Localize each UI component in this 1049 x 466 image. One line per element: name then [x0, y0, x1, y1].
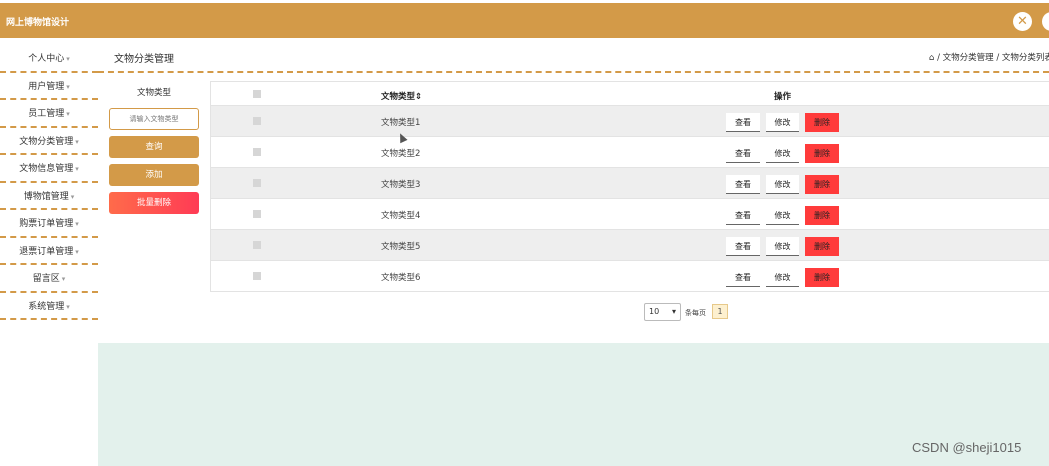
sidebar-item-museum[interactable]: 博物馆管理 ▾: [0, 183, 98, 210]
chevron-down-icon: ▾: [70, 192, 75, 201]
view-button[interactable]: 查看: [726, 237, 760, 256]
chevron-down-icon: ▾: [75, 247, 79, 256]
chevron-down-icon: ▾: [61, 275, 66, 283]
filter-label: 文物类型: [136, 88, 171, 98]
sidebar: 个人中心 ▾ 用户管理 ▾ 员工管理 ▾ 文物分类管理 ▾ 文物信息管理 ▾ 博物馆管理 ▾…: [0, 45, 98, 320]
row-checkbox[interactable]: [253, 117, 261, 125]
header-divider: [98, 71, 1049, 73]
table-row: 文物类型1 查看 修改 删除: [211, 106, 1049, 137]
sidebar-item-personal[interactable]: 个人中心 ▾: [0, 45, 98, 73]
content-footer-panel: [98, 343, 1049, 466]
cell-relic-type: 文物类型4: [381, 211, 421, 221]
page-title: 文物分类管理: [114, 54, 174, 65]
delete-button[interactable]: 删除: [805, 206, 839, 225]
sidebar-item-refund-orders[interactable]: 退票订单管理 ▾: [0, 238, 98, 265]
table-row: 文物类型5 查看 修改 删除: [211, 230, 1049, 261]
view-button[interactable]: 查看: [726, 206, 760, 225]
column-header-ops: 操作: [774, 92, 792, 102]
edit-button[interactable]: 修改: [766, 268, 799, 287]
sidebar-item-messages[interactable]: 留言区 ▾: [0, 265, 98, 293]
top-bar: 网上博物馆设计 ✕: [0, 3, 1049, 38]
app-title: 网上博物馆设计: [6, 18, 70, 28]
query-button[interactable]: 查询: [109, 136, 199, 158]
delete-button[interactable]: 删除: [805, 237, 839, 256]
delete-button[interactable]: 删除: [805, 144, 839, 163]
delete-button[interactable]: 删除: [805, 113, 839, 132]
sidebar-item-system[interactable]: 系统管理 ▾: [0, 293, 98, 320]
view-button[interactable]: 查看: [726, 175, 760, 194]
cell-relic-type: 文物类型1: [381, 118, 421, 128]
cell-relic-type: 文物类型2: [381, 149, 421, 159]
chevron-down-icon: ▾: [75, 137, 79, 146]
cell-relic-type: 文物类型5: [381, 242, 421, 252]
relic-category-table: 文物类型⇕ 操作 文物类型1 查看 修改 删除 文物类型2 查看 修改 删除 文…: [210, 81, 1049, 292]
page-button-current[interactable]: 1: [712, 304, 728, 319]
column-header-type[interactable]: 文物类型⇕: [381, 90, 422, 102]
edit-button[interactable]: 修改: [766, 206, 799, 225]
view-button[interactable]: 查看: [726, 268, 760, 287]
table-row: 文物类型3 查看 修改 删除: [211, 168, 1049, 199]
sidebar-item-staff[interactable]: 员工管理 ▾: [0, 100, 98, 128]
row-checkbox[interactable]: [253, 179, 261, 187]
delete-button[interactable]: 删除: [805, 268, 839, 287]
sidebar-item-relic-info[interactable]: 文物信息管理 ▾: [0, 155, 98, 183]
table-header: 文物类型⇕ 操作: [211, 82, 1049, 106]
chevron-down-icon: ▾: [66, 110, 70, 118]
chevron-down-icon: ▾: [66, 82, 70, 91]
view-button[interactable]: 查看: [726, 113, 760, 132]
edit-button[interactable]: 修改: [766, 144, 799, 163]
row-checkbox[interactable]: [253, 210, 261, 218]
row-checkbox[interactable]: [253, 272, 261, 280]
row-checkbox[interactable]: [253, 148, 261, 156]
sidebar-item-relic-category[interactable]: 文物分类管理 ▾: [0, 128, 98, 155]
chevron-down-icon: ▾: [75, 220, 79, 228]
chevron-down-icon: ▾: [66, 302, 70, 311]
delete-button[interactable]: 删除: [805, 175, 839, 194]
select-all-checkbox[interactable]: [253, 90, 261, 98]
per-page-label: 条每页: [685, 309, 706, 317]
watermark: CSDN @sheji1015: [912, 440, 1022, 455]
chevron-down-icon: ▾: [671, 307, 676, 316]
sort-icon[interactable]: ⇕: [415, 92, 422, 102]
row-checkbox[interactable]: [253, 241, 261, 249]
chevron-down-icon: ▾: [75, 165, 79, 173]
relic-type-search-input[interactable]: [109, 108, 199, 130]
edit-button[interactable]: 修改: [766, 237, 799, 256]
page-size-select[interactable]: 10 ▾: [644, 303, 681, 321]
add-button[interactable]: 添加: [109, 164, 199, 186]
table-row: 文物类型4 查看 修改 删除: [211, 199, 1049, 230]
table-row: 文物类型6 查看 修改 删除: [211, 261, 1049, 292]
breadcrumb[interactable]: ⌂ / 文物分类管理 / 文物分类列表: [929, 51, 1049, 63]
batch-delete-button[interactable]: 批量删除: [109, 192, 199, 214]
view-button[interactable]: 查看: [726, 144, 760, 163]
cell-relic-type: 文物类型3: [381, 180, 421, 190]
sidebar-item-users[interactable]: 用户管理 ▾: [0, 73, 98, 100]
user-avatar[interactable]: [1042, 12, 1049, 31]
chevron-down-icon: ▾: [66, 55, 70, 63]
cell-relic-type: 文物类型6: [381, 273, 421, 283]
sidebar-item-ticket-orders[interactable]: 购票订单管理 ▾: [0, 210, 98, 238]
edit-button[interactable]: 修改: [766, 113, 799, 132]
fullscreen-icon[interactable]: ✕: [1013, 12, 1032, 31]
edit-button[interactable]: 修改: [766, 175, 799, 194]
table-row: 文物类型2 查看 修改 删除: [211, 137, 1049, 168]
